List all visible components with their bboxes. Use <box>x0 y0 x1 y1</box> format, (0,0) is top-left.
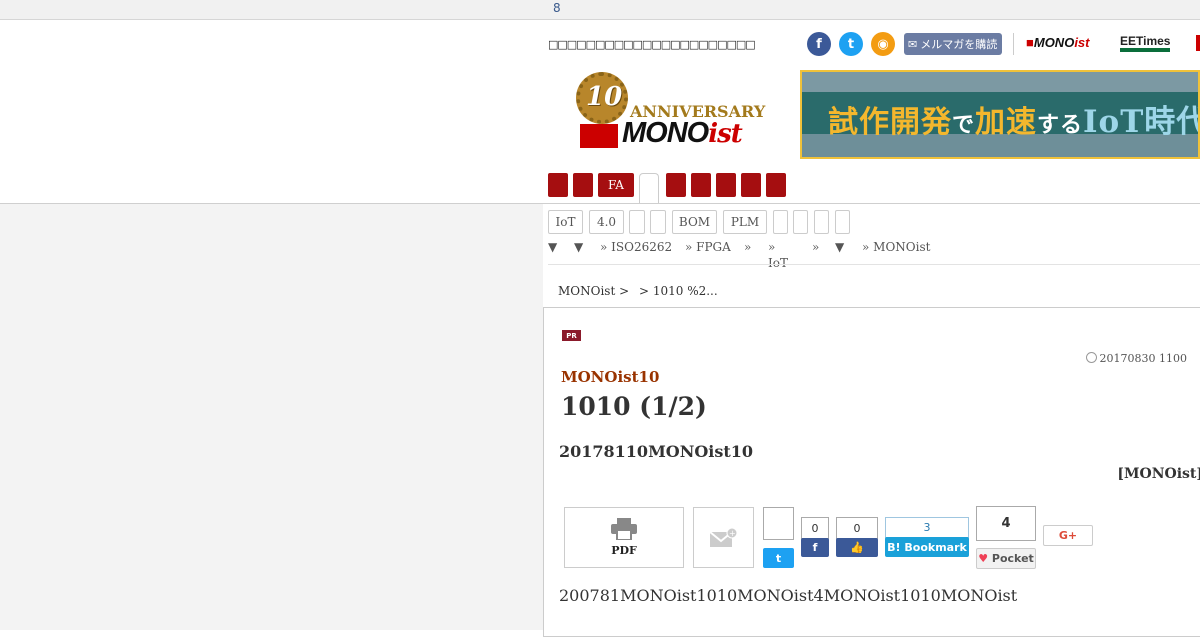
subnav-dropdown-1[interactable]: ▼ <box>548 240 557 254</box>
facebook-share-button[interactable]: f <box>801 538 829 557</box>
tag-blank-4[interactable] <box>793 210 808 234</box>
banner-text-6: 時代 <box>1144 104 1198 140</box>
subnav-dropdown-2[interactable]: ▼ <box>574 240 583 254</box>
tag-plm[interactable]: PLM <box>723 210 767 234</box>
tag-blank-2[interactable] <box>650 210 666 234</box>
email-share-button[interactable]: + <box>693 507 754 568</box>
breadcrumb: MONOist > > 1010 %2... <box>558 284 724 298</box>
top-bar: 8 <box>0 0 1200 20</box>
nav-item-6[interactable] <box>691 173 711 197</box>
hatena-label: Bookmark <box>904 540 967 554</box>
thumbs-up-icon: 👍 <box>850 541 864 554</box>
logo-ist: ist <box>708 119 743 149</box>
google-plus-button[interactable]: G+ <box>1043 525 1093 546</box>
subnav-divider <box>548 264 1200 265</box>
tag-blank-6[interactable] <box>835 210 850 234</box>
tag-blank-1[interactable] <box>629 210 645 234</box>
publish-date-text: 20170830 1100 <box>1099 352 1187 365</box>
facebook-icon[interactable]: f <box>807 32 831 56</box>
header-separator <box>1013 33 1014 55</box>
facebook-share-count: 0 <box>801 517 829 539</box>
tag-blank-5[interactable] <box>814 210 829 234</box>
logo-mono: MONO <box>622 117 709 149</box>
banner-text-1: 試作開発 <box>828 105 952 140</box>
site-link-partial[interactable] <box>1196 35 1200 51</box>
pocket-icon: ♥ <box>978 552 989 565</box>
hatena-bookmark-button[interactable]: B! Bookmark <box>885 537 969 557</box>
banner-headline: 試作開発で加速するIoT時代 <box>828 96 1198 141</box>
article-lead: 20178110MONOist10 <box>559 442 754 461</box>
pocket-button[interactable]: ♥ Pocket <box>976 548 1036 569</box>
article-byline: [MONOist] <box>1117 466 1200 482</box>
nav-item-2[interactable] <box>573 173 593 197</box>
like-button[interactable]: 👍 <box>836 538 878 557</box>
subnav-link-blank-2[interactable]: » <box>812 240 819 254</box>
subnav-link-blank[interactable]: » <box>744 240 751 254</box>
subnav-link-monoist[interactable]: » MONOist <box>862 240 930 254</box>
logo-mark-icon <box>580 124 618 148</box>
left-gutter <box>0 204 543 630</box>
printer-icon <box>611 518 637 540</box>
hatena-count: 3 <box>885 517 969 538</box>
pr-badge: PR <box>562 330 581 341</box>
tag-iot[interactable]: IoT <box>548 210 583 234</box>
nav-item-active[interactable] <box>639 173 659 203</box>
pocket-label: Pocket <box>991 552 1034 565</box>
like-count: 0 <box>836 517 878 539</box>
nav-item-fa[interactable]: FA <box>598 173 634 197</box>
facebook-icon: f <box>812 541 818 554</box>
nav-item-8[interactable] <box>741 173 761 197</box>
notification-count[interactable]: 8 <box>553 1 561 15</box>
newsletter-label: メルマガを購読 <box>920 38 998 51</box>
tag-bom[interactable]: BOM <box>672 210 717 234</box>
site-logo[interactable]: 10 ANNIVERSARY MONOist <box>574 72 779 152</box>
subnav-link-iso26262[interactable]: » ISO26262 <box>600 240 672 254</box>
twitter-icon: t <box>775 551 782 565</box>
article-body: 200781MONOist1010MONOist4MONOist1010MONO… <box>559 586 1018 605</box>
tag-4-0[interactable]: 4.0 <box>589 210 624 234</box>
tag-blank-3[interactable] <box>773 210 788 234</box>
tweet-count <box>763 507 794 540</box>
newsletter-subscribe-button[interactable]: ✉ メルマガを購読 <box>904 33 1002 55</box>
twitter-icon[interactable]: t <box>839 32 863 56</box>
eetimes-site-link[interactable]: EETimes <box>1120 34 1171 52</box>
mail-icon: ✉ <box>908 37 918 51</box>
rss-icon[interactable]: ◉ <box>871 32 895 56</box>
article-panel: PR 20170830 1100 MONOist10 1010 (1/2) 20… <box>543 307 1200 637</box>
clock-icon <box>1085 352 1097 363</box>
ad-banner[interactable]: 試作開発で加速するIoT時代 <box>800 70 1200 159</box>
nav-item-1[interactable] <box>548 173 568 197</box>
nav-item-7[interactable] <box>716 173 736 197</box>
subnav-raquo-iot[interactable]: » <box>768 240 775 254</box>
monoist-site-name: MONO <box>1033 35 1075 50</box>
svg-text:+: + <box>729 529 736 538</box>
banner-text-5: IoT <box>1083 104 1145 140</box>
nav-item-5[interactable] <box>666 173 686 197</box>
site-tagline: □□□□□□□□□□□□□□□□□□□□□□ <box>548 38 756 51</box>
banner-image-top <box>802 72 1198 92</box>
mail-plus-icon: + <box>709 527 737 547</box>
subnav-link-fpga[interactable]: » FPGA <box>685 240 731 254</box>
logo-ten: 10 <box>586 82 623 112</box>
banner-text-3: 加速 <box>975 105 1038 140</box>
logo-wordmark: MONOist <box>622 117 743 150</box>
monoist-mark-icon: ■ <box>1026 35 1034 50</box>
page-title: 1010 (1/2) <box>561 392 707 421</box>
hatena-icon: B! <box>887 540 901 554</box>
nav-item-9[interactable] <box>766 173 786 197</box>
monoist-site-suffix: ist <box>1074 35 1090 50</box>
pocket-count: 4 <box>976 506 1036 541</box>
series-label[interactable]: MONOist10 <box>561 368 659 386</box>
publish-date: 20170830 1100 <box>1085 352 1187 365</box>
subnav-link-iot[interactable]: IoT <box>768 256 788 270</box>
monoist-site-link[interactable]: ■MONOist <box>1026 35 1089 50</box>
banner-text-2: で <box>952 112 976 138</box>
subnav-dropdown-3[interactable]: ▼ <box>835 240 844 254</box>
banner-text-4: する <box>1037 112 1084 138</box>
twitter-share-button[interactable]: t <box>763 548 794 568</box>
breadcrumb-current: > 1010 %2... <box>638 284 718 298</box>
print-pdf-button[interactable]: PDF <box>564 507 684 568</box>
breadcrumb-home[interactable]: MONOist > <box>558 284 629 298</box>
pdf-label: PDF <box>611 544 637 557</box>
